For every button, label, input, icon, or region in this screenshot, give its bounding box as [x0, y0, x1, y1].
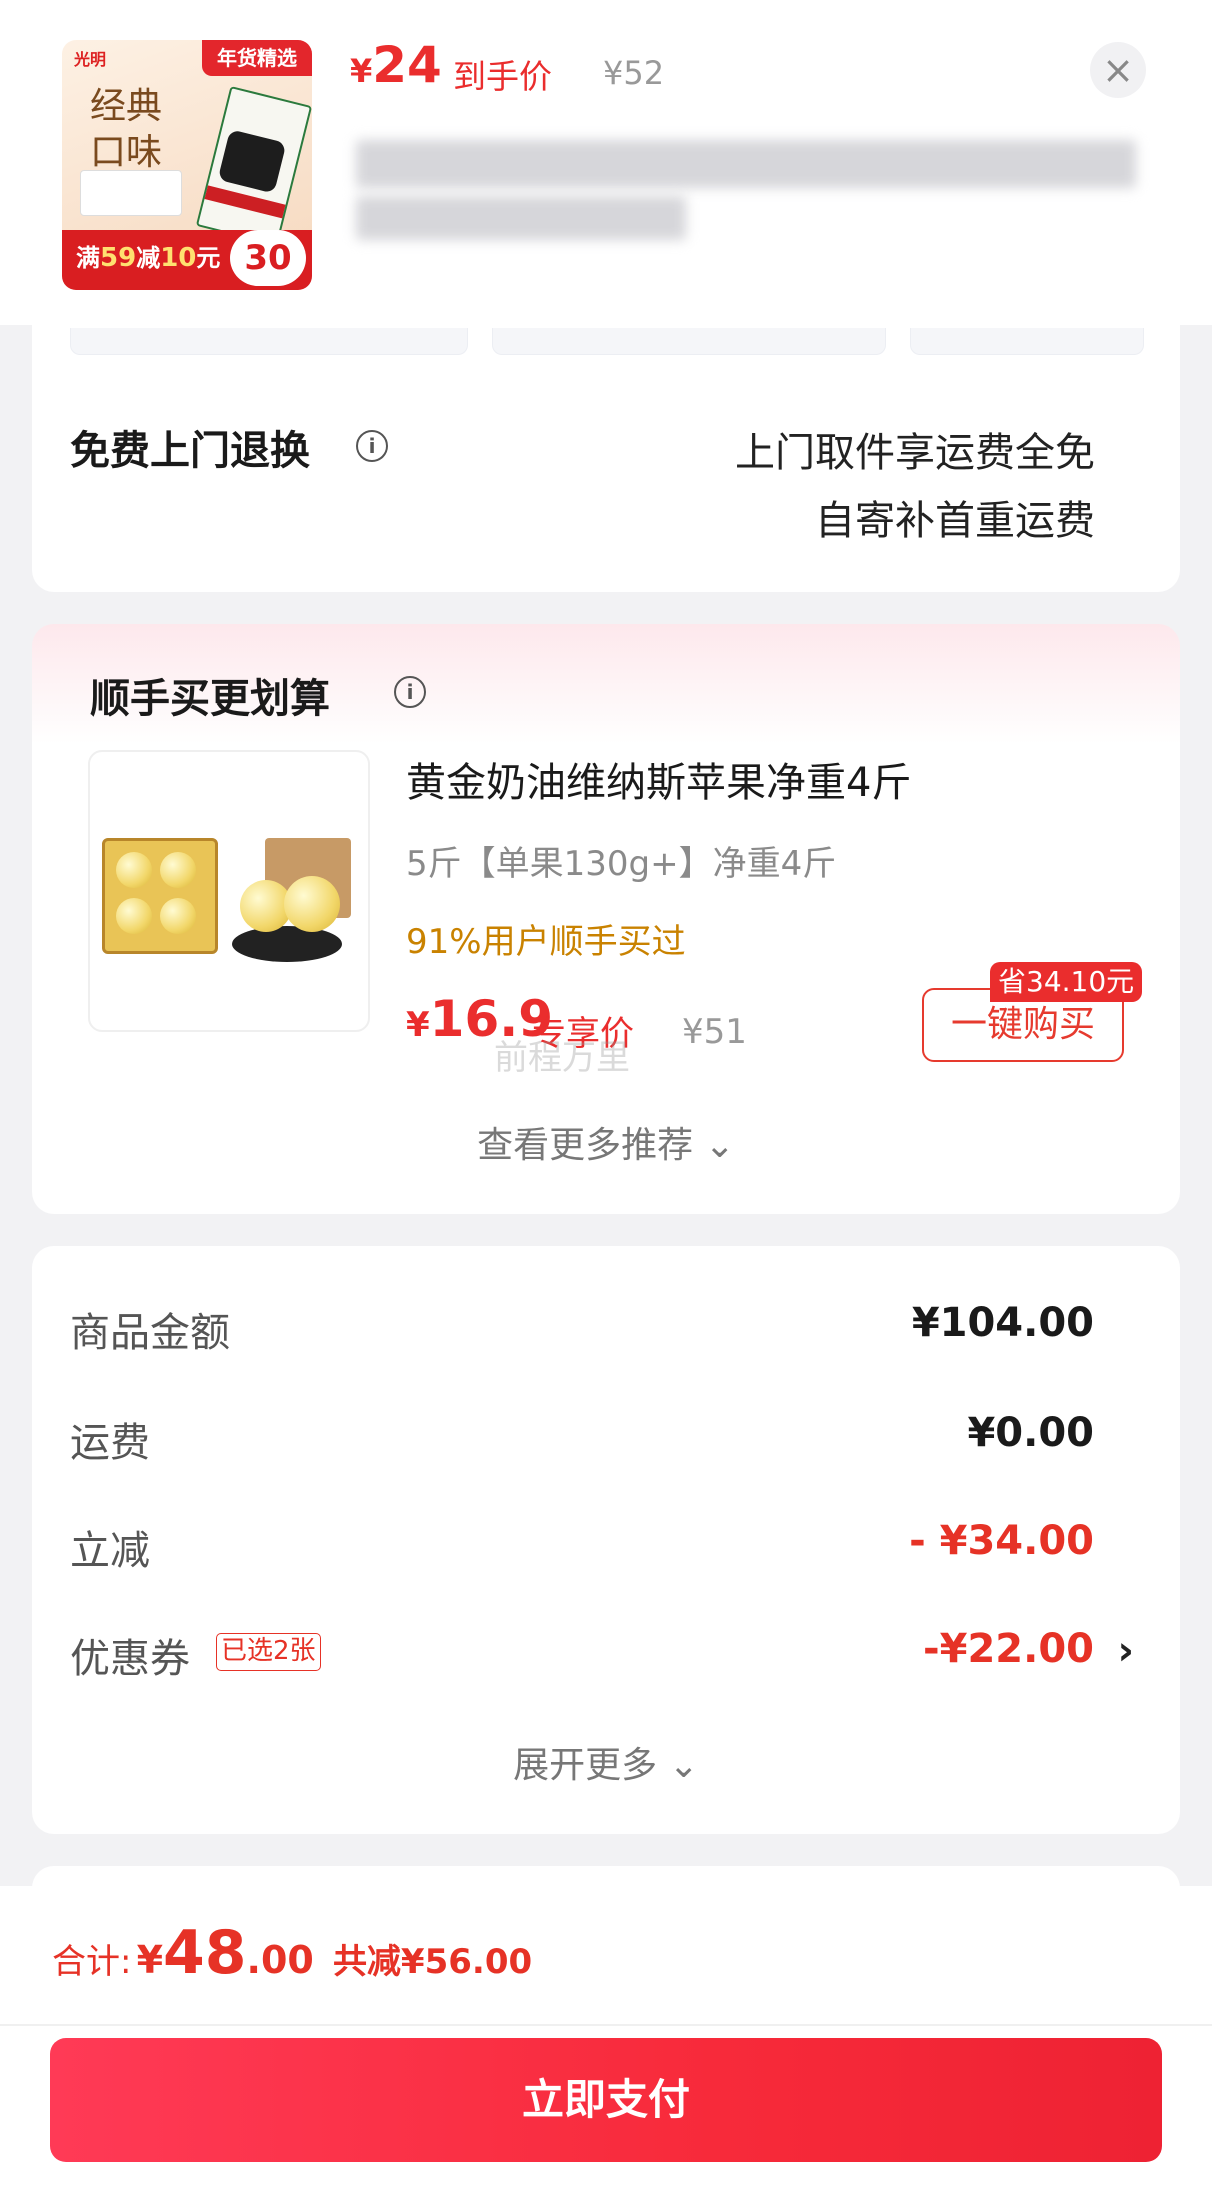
summary-value-goods: ¥104.00 [911, 1300, 1094, 1346]
pay-now-button[interactable]: 立即支付 [50, 2038, 1162, 2162]
milk-carton-image [195, 85, 312, 247]
product-thumbnail: 光明 年货精选 经典 口味 满59减10元 30 [62, 40, 312, 290]
summary-label-shipping: 运费 [70, 1420, 150, 1466]
summary-label-coupon[interactable]: 优惠券 [70, 1626, 190, 1684]
recommend-info-icon[interactable]: i [394, 676, 426, 708]
thumb-classic-text: 经典 口味 [90, 86, 163, 173]
watermark: 前程万里 [494, 1038, 630, 1078]
info-icon[interactable]: i [356, 430, 388, 462]
header-final-price: ¥24 [350, 36, 442, 94]
total-saved: 共减¥56.00 [332, 1942, 533, 1982]
thumb-promo-bar: 满59减10元 30 [62, 230, 312, 290]
header-original-price: ¥52 [603, 54, 665, 92]
sku-tab-2[interactable] [492, 328, 886, 355]
thumb-price-circle: 30 [230, 230, 306, 286]
sku-tab-1[interactable] [70, 328, 468, 355]
apple-graphic [284, 876, 340, 932]
recommend-bought-ratio: 91%用户顺手买过 [406, 922, 686, 962]
plate-graphic [232, 926, 342, 962]
summary-value-discount: - ¥34.00 [909, 1518, 1094, 1564]
close-button[interactable]: × [1090, 42, 1146, 98]
return-service-line1: 上门取件享运费全免 [735, 430, 1095, 476]
apple-graphic [116, 898, 152, 934]
recommend-product-image[interactable] [88, 750, 370, 1032]
chevron-down-icon: ⌄ [668, 1745, 699, 1786]
recommend-title: 顺手买更划算 [90, 676, 330, 722]
save-badge: 省34.10元 [990, 962, 1143, 1002]
recommend-product-spec: 5斤【单果130g+】净重4斤 [406, 844, 837, 884]
return-service-line2: 自寄补首重运费 [815, 498, 1095, 544]
more-recommend-link[interactable]: 查看更多推荐 ⌄ [0, 1116, 1212, 1168]
summary-label-goods: 商品金额 [70, 1310, 230, 1356]
apple-graphic [116, 852, 152, 888]
chevron-down-icon: ⌄ [704, 1125, 735, 1166]
apple-graphic [160, 852, 196, 888]
summary-value-shipping: ¥0.00 [967, 1410, 1094, 1456]
header-price-tag: 到手价 [453, 57, 552, 96]
recommend-original-price: ¥51 [682, 1012, 747, 1052]
close-icon: × [1102, 48, 1134, 92]
sku-tab-3[interactable] [910, 328, 1144, 355]
apple-graphic [160, 898, 196, 934]
chevron-right-icon[interactable]: › [1118, 1628, 1134, 1674]
blurred-product-title-line2 [356, 196, 686, 240]
cow-graphic [217, 129, 287, 194]
order-total: 合计: ¥48.00 共减¥56.00 [52, 1918, 533, 1988]
expand-more-link[interactable]: 展开更多 ⌄ [0, 1736, 1212, 1788]
return-service-title: 免费上门退换 [70, 428, 310, 474]
recommend-product-name[interactable]: 黄金奶油维纳斯苹果净重4斤 [406, 750, 911, 808]
thumb-minibox [80, 170, 182, 216]
apple-gift-box [102, 838, 218, 954]
summary-label-discount: 立减 [70, 1528, 150, 1574]
summary-value-coupon[interactable]: -¥22.00 [923, 1626, 1094, 1672]
brand-logo: 光明 [74, 50, 107, 69]
blurred-product-title [356, 140, 1136, 188]
coupon-selected-chip[interactable]: 已选2张 [216, 1633, 321, 1671]
divider [0, 2024, 1212, 2026]
carton-stripe [204, 185, 286, 219]
thumb-promo-text: 满59减10元 [76, 243, 221, 273]
thumb-top-tag: 年货精选 [202, 40, 312, 76]
